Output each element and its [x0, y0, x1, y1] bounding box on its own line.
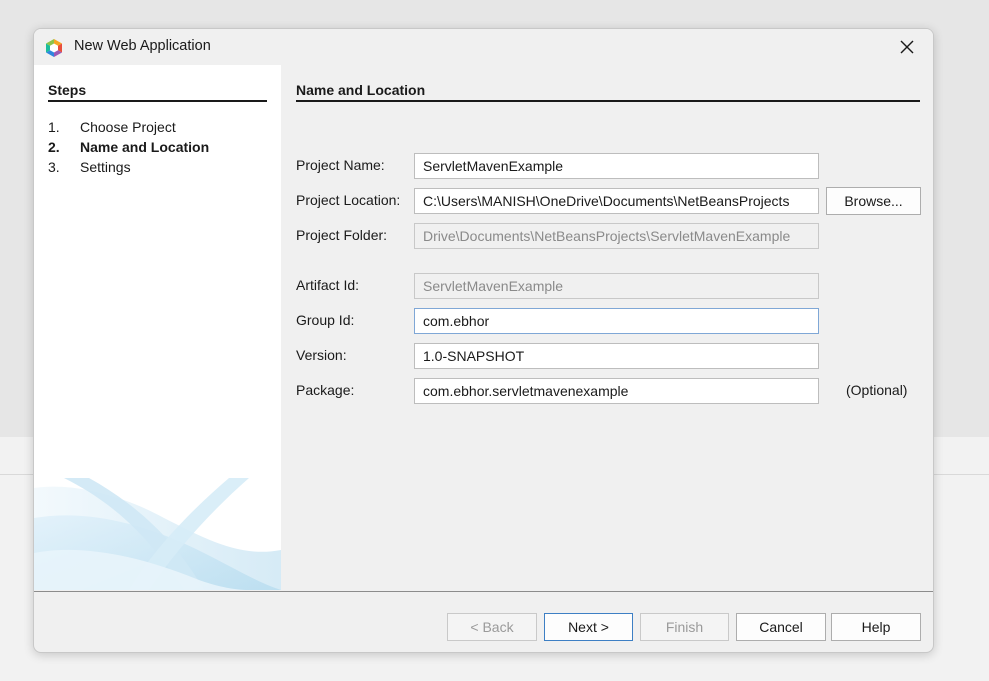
project-folder-label: Project Folder:: [296, 227, 388, 243]
step-number: 1.: [48, 119, 60, 135]
new-web-application-dialog: New Web Application Steps 1. Choose Proje…: [33, 28, 934, 653]
steps-heading: Steps: [48, 82, 267, 102]
step-label: Choose Project: [80, 119, 176, 135]
artifact-id-input: [414, 273, 819, 299]
browse-button[interactable]: Browse...: [826, 187, 921, 215]
optional-note: (Optional): [846, 382, 908, 398]
panel-heading: Name and Location: [296, 82, 920, 102]
steps-list: 1. Choose Project 2. Name and Location 3. S…: [48, 117, 209, 177]
version-label: Version:: [296, 347, 347, 363]
step-item-choose-project: 1. Choose Project: [48, 117, 209, 137]
finish-button[interactable]: Finish: [640, 613, 729, 641]
artifact-id-label: Artifact Id:: [296, 277, 360, 293]
close-icon: [900, 40, 914, 54]
project-location-label: Project Location:: [296, 192, 401, 208]
project-name-label: Project Name:: [296, 157, 385, 173]
step-label: Name and Location: [80, 139, 210, 155]
wizard-decoration-image: [34, 478, 281, 590]
package-input[interactable]: [414, 378, 819, 404]
back-button[interactable]: < Back: [447, 613, 537, 641]
name-and-location-panel: Name and Location Project Name: Project …: [296, 65, 921, 590]
step-label: Settings: [80, 159, 131, 175]
step-item-name-and-location: 2. Name and Location: [48, 137, 209, 157]
close-button[interactable]: [891, 33, 923, 61]
help-button[interactable]: Help: [831, 613, 921, 641]
project-name-input[interactable]: [414, 153, 819, 179]
cancel-button[interactable]: Cancel: [736, 613, 826, 641]
step-item-settings: 3. Settings: [48, 157, 209, 177]
step-number: 2.: [48, 139, 60, 155]
step-number: 3.: [48, 159, 60, 175]
group-id-input[interactable]: [414, 308, 819, 334]
netbeans-logo-icon: [46, 39, 62, 57]
project-folder-input: [414, 223, 819, 249]
package-label: Package:: [296, 382, 355, 398]
version-input[interactable]: [414, 343, 819, 369]
title-bar: New Web Application: [34, 29, 933, 65]
next-button[interactable]: Next >: [544, 613, 633, 641]
steps-panel: Steps 1. Choose Project 2. Name and Locati…: [34, 65, 281, 590]
dialog-title: New Web Application: [74, 38, 211, 54]
footer-separator: [34, 591, 933, 592]
group-id-label: Group Id:: [296, 312, 355, 328]
project-location-input[interactable]: [414, 188, 819, 214]
